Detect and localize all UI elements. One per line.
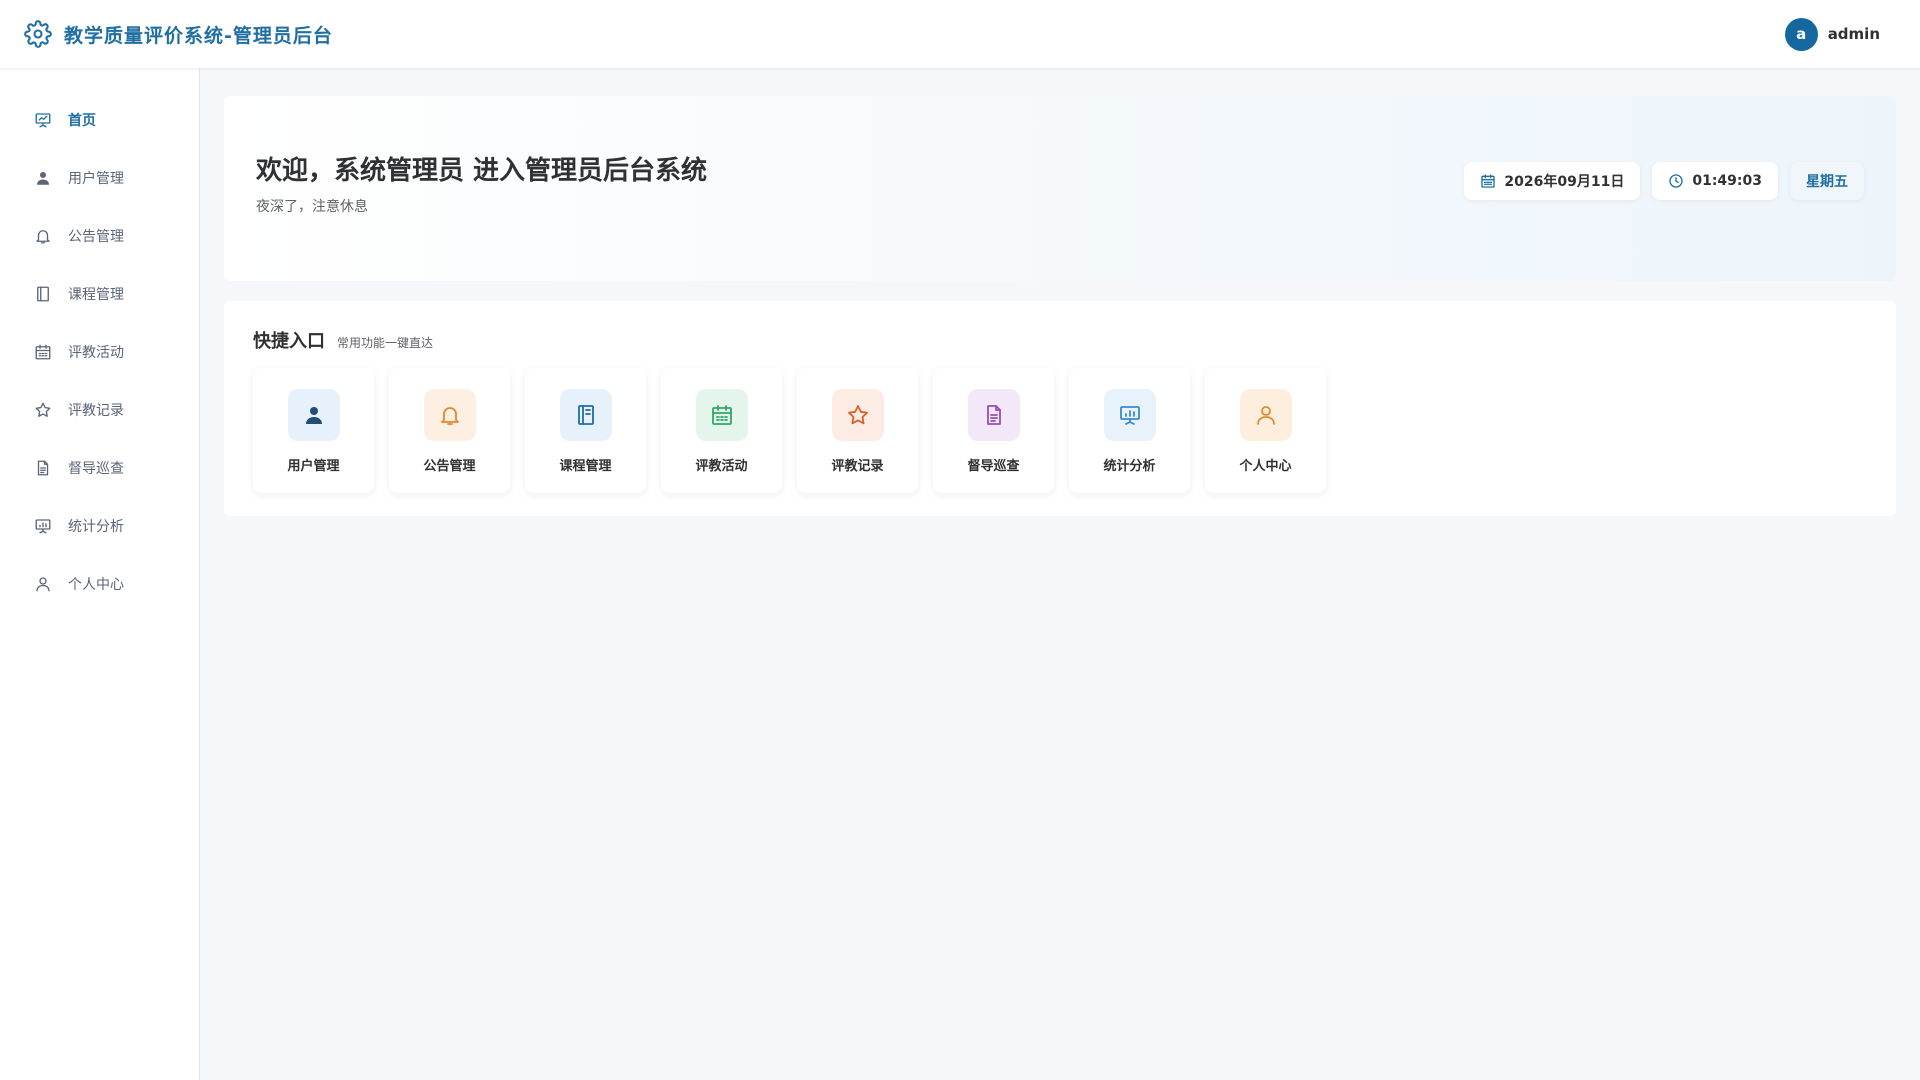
document-icon: [34, 459, 52, 477]
sidebar-item-users[interactable]: 用户管理: [0, 149, 199, 207]
quick-card-statistics[interactable]: 统计分析: [1069, 368, 1190, 493]
quick-card-announcements[interactable]: 公告管理: [389, 368, 510, 493]
quick-card-evaluation-records[interactable]: 评教记录: [797, 368, 918, 493]
quick-card-icon-bg: [967, 389, 1020, 441]
welcome-banner: 欢迎，系统管理员 进入管理员后台系统 夜深了，注意休息 2026年09月11日 …: [224, 96, 1896, 281]
calendar-icon: [710, 403, 734, 427]
quick-card-profile[interactable]: 个人中心: [1205, 368, 1326, 493]
welcome-title: 欢迎，系统管理员 进入管理员后台系统: [256, 156, 708, 186]
weekday-text: 星期五: [1806, 174, 1848, 190]
sidebar-item-inspection[interactable]: 督导巡查: [0, 439, 199, 497]
notebook-icon: [34, 285, 52, 303]
username[interactable]: admin: [1828, 25, 1880, 43]
quick-card-label: 督导巡查: [967, 459, 1020, 474]
presentation-chart-icon: [34, 111, 52, 129]
quick-card-icon-bg: [695, 389, 748, 441]
sidebar-item-label: 首页: [68, 113, 96, 129]
sidebar-item-evaluation-activities[interactable]: 评教活动: [0, 323, 199, 381]
star-icon: [846, 403, 870, 427]
quick-access-header: 快捷入口 常用功能一键直达: [253, 327, 433, 353]
brand: 教学质量评价系统-管理员后台: [24, 20, 333, 48]
weekday-chip: 星期五: [1790, 162, 1864, 200]
clock-icon: [1668, 173, 1684, 189]
quick-card-label: 评教记录: [831, 459, 884, 474]
app-title: 教学质量评价系统-管理员后台: [64, 24, 333, 47]
quick-access-panel: 快捷入口 常用功能一键直达 用户管理 公告管理 课程管理 评教活动 评教记录 督…: [224, 301, 1896, 516]
sidebar-item-label: 公告管理: [68, 229, 124, 245]
main-content: 欢迎，系统管理员 进入管理员后台系统 夜深了，注意休息 2026年09月11日 …: [200, 68, 1920, 1080]
quick-card-label: 统计分析: [1103, 459, 1156, 474]
sidebar-item-label: 用户管理: [68, 171, 124, 187]
date-chip: 2026年09月11日: [1464, 162, 1641, 200]
bell-icon: [438, 403, 462, 427]
quick-card-label: 课程管理: [559, 459, 612, 474]
quick-card-courses[interactable]: 课程管理: [525, 368, 646, 493]
quick-access-subtitle: 常用功能一键直达: [337, 336, 434, 350]
quick-card-icon-bg: [1239, 389, 1292, 441]
user-menu[interactable]: a admin: [1784, 17, 1896, 51]
date-time-row: 2026年09月11日 01:49:03 星期五: [1464, 162, 1864, 200]
quick-card-icon-bg: [831, 389, 884, 441]
sidebar-item-evaluation-records[interactable]: 评教记录: [0, 381, 199, 439]
user-icon: [34, 169, 52, 187]
top-header: 教学质量评价系统-管理员后台 a admin: [0, 0, 1920, 68]
presentation-chart-icon: [1118, 403, 1142, 427]
avatar[interactable]: a: [1784, 17, 1818, 51]
sidebar-item-label: 统计分析: [68, 519, 124, 535]
sidebar-item-home[interactable]: 首页: [0, 91, 199, 149]
user-icon: [302, 403, 326, 427]
star-icon: [34, 401, 52, 419]
welcome-subtitle: 夜深了，注意休息: [256, 199, 368, 215]
calendar-icon: [34, 343, 52, 361]
time-text: 01:49:03: [1692, 173, 1762, 189]
sidebar-item-label: 督导巡查: [68, 461, 124, 477]
quick-card-label: 个人中心: [1239, 459, 1292, 474]
quick-card-inspection[interactable]: 督导巡查: [933, 368, 1054, 493]
sidebar-item-label: 个人中心: [68, 577, 124, 593]
presentation-chart-icon: [34, 517, 52, 535]
quick-card-icon-bg: [423, 389, 476, 441]
quick-card-label: 公告管理: [423, 459, 476, 474]
quick-access-title: 快捷入口: [253, 331, 325, 352]
quick-card-icon-bg: [559, 389, 612, 441]
sidebar-item-label: 评教记录: [68, 403, 124, 419]
calendar-icon: [1480, 173, 1496, 189]
quick-card-icon-bg: [287, 389, 340, 441]
bell-icon: [34, 227, 52, 245]
sidebar-item-announcements[interactable]: 公告管理: [0, 207, 199, 265]
quick-card-users[interactable]: 用户管理: [253, 368, 374, 493]
sidebar: 首页 用户管理 公告管理 课程管理 评教活动 评教记录 督导巡查 统计分析 个人…: [0, 68, 200, 1080]
sidebar-item-profile[interactable]: 个人中心: [0, 555, 199, 613]
sidebar-item-courses[interactable]: 课程管理: [0, 265, 199, 323]
sidebar-item-label: 评教活动: [68, 345, 124, 361]
quick-card-icon-bg: [1103, 389, 1156, 441]
quick-card-label: 用户管理: [287, 459, 340, 474]
sidebar-item-statistics[interactable]: 统计分析: [0, 497, 199, 555]
time-chip: 01:49:03: [1652, 162, 1778, 200]
document-icon: [982, 403, 1006, 427]
quick-card-label: 评教活动: [695, 459, 748, 474]
notebook-icon: [574, 403, 598, 427]
quick-access-cards: 用户管理 公告管理 课程管理 评教活动 评教记录 督导巡查 统计分析 个人中心: [253, 368, 1326, 493]
user-outline-icon: [1254, 403, 1278, 427]
sidebar-item-label: 课程管理: [68, 287, 124, 303]
gear-icon[interactable]: [24, 20, 52, 48]
user-outline-icon: [34, 575, 52, 593]
date-text: 2026年09月11日: [1504, 174, 1625, 190]
quick-card-evaluation-activities[interactable]: 评教活动: [661, 368, 782, 493]
